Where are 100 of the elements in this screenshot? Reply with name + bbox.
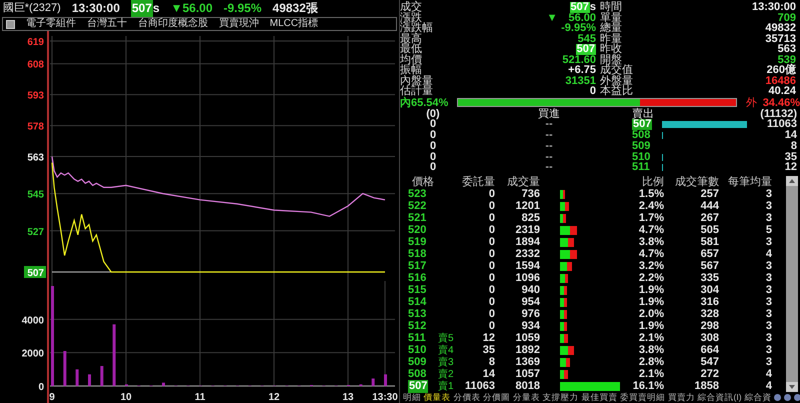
field-label: 均價 bbox=[400, 54, 422, 65]
ratio-cell-text: 1.9% bbox=[638, 296, 665, 308]
tab[interactable]: 分價圖 bbox=[483, 392, 510, 402]
field-label: 時間 bbox=[600, 2, 622, 12]
trades-cell-text: 257 bbox=[700, 188, 720, 200]
ask-price: 507 bbox=[632, 119, 652, 130]
ask-qty: 11063 bbox=[767, 119, 798, 130]
field-value: 16486 bbox=[765, 76, 796, 86]
price-suffix: s bbox=[152, 0, 160, 17]
tab[interactable]: 綜合資訊(I) bbox=[698, 392, 742, 402]
column-header: 價格 bbox=[411, 176, 435, 188]
bid-qty: 0 bbox=[428, 162, 438, 174]
field-value: 31351 bbox=[565, 76, 596, 86]
ratio-cell-text: 2.8% bbox=[638, 356, 665, 369]
field-value: 0 bbox=[590, 86, 596, 96]
tab[interactable]: 支撐壓力 bbox=[542, 392, 578, 402]
field-label: 成交值 bbox=[600, 65, 633, 76]
field-label: 昨量 bbox=[600, 34, 622, 44]
tab[interactable]: 最佳買賣 bbox=[581, 392, 618, 402]
tick-label: 13:30 bbox=[372, 392, 398, 403]
field-label: 最低 bbox=[400, 44, 422, 54]
average-cell-text: 3 bbox=[764, 320, 773, 332]
volume-cell-text: 1892 bbox=[514, 344, 541, 357]
tick-label: 545 bbox=[27, 190, 44, 201]
price-cell: 523 bbox=[408, 188, 426, 200]
ask-level-label: 賣4 bbox=[438, 345, 454, 356]
average-cell-text: 4 bbox=[764, 380, 773, 393]
trades-cell-text: 298 bbox=[700, 320, 720, 332]
outer-ratio: 34.46% bbox=[762, 96, 800, 108]
change-percent: -9.95% bbox=[224, 0, 262, 17]
price-suffix: s bbox=[590, 2, 596, 12]
volume-cell-text: 1057 bbox=[514, 368, 541, 381]
order-qty-cell-text: 0 bbox=[488, 188, 496, 200]
tick-label: 4000 bbox=[22, 315, 44, 326]
field-value: 507 bbox=[570, 2, 590, 12]
ratio-cell-text: 2.4% bbox=[638, 200, 665, 212]
trades-cell-text: 304 bbox=[700, 284, 720, 296]
group-tab[interactable]: 買賣現沖 bbox=[218, 18, 259, 30]
field-value: 40.24 bbox=[768, 86, 796, 96]
bid-qty: 0 bbox=[428, 140, 438, 152]
order-qty-cell-text: 0 bbox=[488, 308, 496, 320]
average-cell-text: 3 bbox=[764, 200, 773, 212]
trades-cell-text: 567 bbox=[700, 260, 720, 272]
volume-cell-text: 1096 bbox=[514, 272, 541, 284]
price-cell: 519 bbox=[408, 236, 426, 248]
ask-total: (11132) bbox=[759, 108, 798, 120]
price-cell: 512 bbox=[408, 320, 426, 332]
price-cell: 517 bbox=[408, 260, 426, 272]
trades-cell-text: 272 bbox=[700, 368, 720, 381]
price-cell-text: 508 bbox=[408, 368, 426, 381]
ask-qty: 12 bbox=[784, 162, 798, 174]
group-tab[interactable]: 台灣五十 bbox=[86, 18, 127, 30]
group-tab[interactable]: MLCC指標 bbox=[270, 18, 318, 30]
tab[interactable]: 委買賣明細 bbox=[620, 392, 665, 402]
down-arrow-icon: ▼ bbox=[546, 12, 558, 23]
group-tab[interactable]: 電子零組件 bbox=[26, 18, 76, 30]
field-value: +6.75 bbox=[568, 65, 596, 76]
average-cell-text: 3 bbox=[764, 284, 773, 296]
order-qty-cell-text: 12 bbox=[482, 332, 496, 345]
volume-cell-text: 954 bbox=[520, 296, 541, 308]
tab[interactable]: 分價表 bbox=[453, 392, 480, 402]
field-label: 開盤 bbox=[600, 54, 622, 65]
y-tick-label: 507 bbox=[27, 268, 44, 279]
ratio-cell-text: 3.8% bbox=[638, 236, 665, 248]
tab[interactable]: 綜合資 bbox=[744, 392, 772, 402]
average-cell-text: 3 bbox=[764, 344, 773, 357]
bid-qty: 0 bbox=[430, 119, 436, 130]
column-header: 成交量 bbox=[506, 176, 541, 188]
tab[interactable]: 價量表 bbox=[424, 392, 450, 402]
ratio-cell-text: 1.9% bbox=[638, 284, 665, 296]
average-cell-text: 4 bbox=[764, 368, 773, 381]
field-label: 內盤量 bbox=[400, 76, 433, 86]
bid-price: -- bbox=[544, 140, 554, 152]
price-text: 507 bbox=[130, 0, 153, 17]
tab[interactable]: 買賣力 bbox=[668, 392, 695, 402]
inner-ratio: 內65.54% bbox=[400, 96, 448, 108]
trades-cell-text: 581 bbox=[700, 236, 720, 248]
column-header: 賣出 bbox=[632, 108, 654, 120]
price-cell: 521 bbox=[408, 212, 426, 224]
tick-label: 527 bbox=[27, 226, 44, 238]
order-qty-cell-text: 14 bbox=[482, 368, 496, 381]
order-qty-cell-text: 0 bbox=[488, 236, 496, 248]
group-tab[interactable]: 台商印度概念股 bbox=[138, 18, 208, 30]
tab[interactable]: 明細 bbox=[402, 392, 421, 402]
outer-label: 外 bbox=[746, 96, 758, 108]
price-cell: 513 bbox=[408, 308, 426, 320]
ratio-cell-text: 3.2% bbox=[638, 260, 665, 272]
ask-qty: 14 bbox=[784, 130, 798, 141]
volume-cell-text: 934 bbox=[520, 320, 541, 332]
volume-cell-text: 2332 bbox=[514, 248, 541, 260]
volume-cell-text: 1201 bbox=[514, 200, 541, 212]
field-label: 成交 bbox=[400, 2, 422, 12]
bid-total: (0) bbox=[425, 108, 441, 120]
tick-label: 11 bbox=[194, 392, 206, 403]
time-text: 13:30:00 bbox=[72, 0, 120, 17]
field-label: 漲跌 bbox=[400, 12, 422, 23]
volume-cell-text: 2319 bbox=[514, 224, 541, 236]
field-value: 56.00 bbox=[568, 12, 596, 23]
trades-cell-text: 267 bbox=[700, 212, 720, 224]
tab[interactable]: 分量表 bbox=[512, 392, 540, 402]
